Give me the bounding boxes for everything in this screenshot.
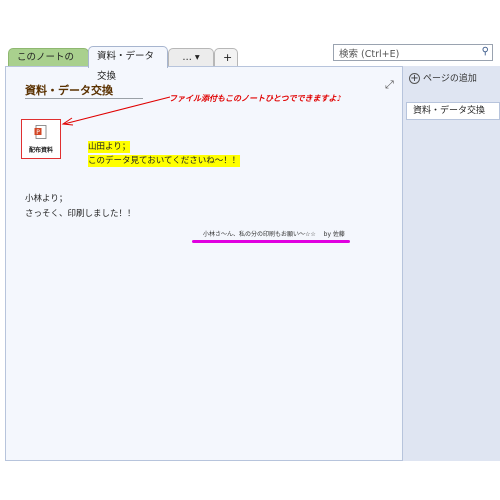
tab-more-sections[interactable]: … ▾ bbox=[168, 48, 214, 66]
sato-note[interactable]: 小林さ～ん、私の分の印刷もお願い～☆☆ by 佐藤 bbox=[203, 229, 345, 238]
kobayashi-note-line2[interactable]: さっそく、印刷しました！！ bbox=[25, 207, 136, 219]
annotation-arrow bbox=[61, 96, 171, 126]
annotation-text: ファイル添付もこのノートひとつでできますよ♪ bbox=[169, 94, 342, 103]
yamada-note-line2[interactable]: このデータ見ておいてくださいね～！！ bbox=[88, 155, 241, 167]
kobayashi-note-line1[interactable]: 小林より； bbox=[25, 192, 67, 204]
page-canvas[interactable]: 資料・データ交換 ⤢ ファイル添付もこのノートひとつでできますよ♪ P 配布資料… bbox=[5, 66, 403, 461]
tab-data-exchange[interactable]: 資料・データ交換 bbox=[88, 46, 168, 82]
search-input[interactable]: 検索 (Ctrl+E) bbox=[339, 46, 399, 60]
attachment-label: 配布資料 bbox=[28, 147, 53, 154]
tab-notebook-features[interactable]: このノートの特長 bbox=[8, 48, 89, 81]
document-icon: P bbox=[34, 125, 47, 139]
page-list-item[interactable]: 資料・データ交換 bbox=[406, 102, 500, 120]
svg-text:P: P bbox=[36, 129, 40, 136]
expand-icon[interactable]: ⤢ bbox=[385, 78, 394, 92]
attachment-file[interactable]: P 配布資料 bbox=[21, 119, 61, 159]
add-page-button[interactable]: + ページの追加 bbox=[409, 71, 477, 84]
marker-stroke bbox=[192, 240, 350, 243]
add-page-label: ページの追加 bbox=[423, 74, 477, 84]
search-box[interactable]: 検索 (Ctrl+E) ⚲ bbox=[333, 44, 493, 61]
page-list-panel: + ページの追加 資料・データ交換 bbox=[403, 66, 500, 461]
search-icon[interactable]: ⚲ bbox=[482, 46, 489, 57]
plus-circle-icon: + bbox=[409, 73, 420, 84]
yamada-note-line1[interactable]: 山田より； bbox=[88, 141, 131, 153]
add-section-button[interactable]: + bbox=[214, 48, 238, 66]
